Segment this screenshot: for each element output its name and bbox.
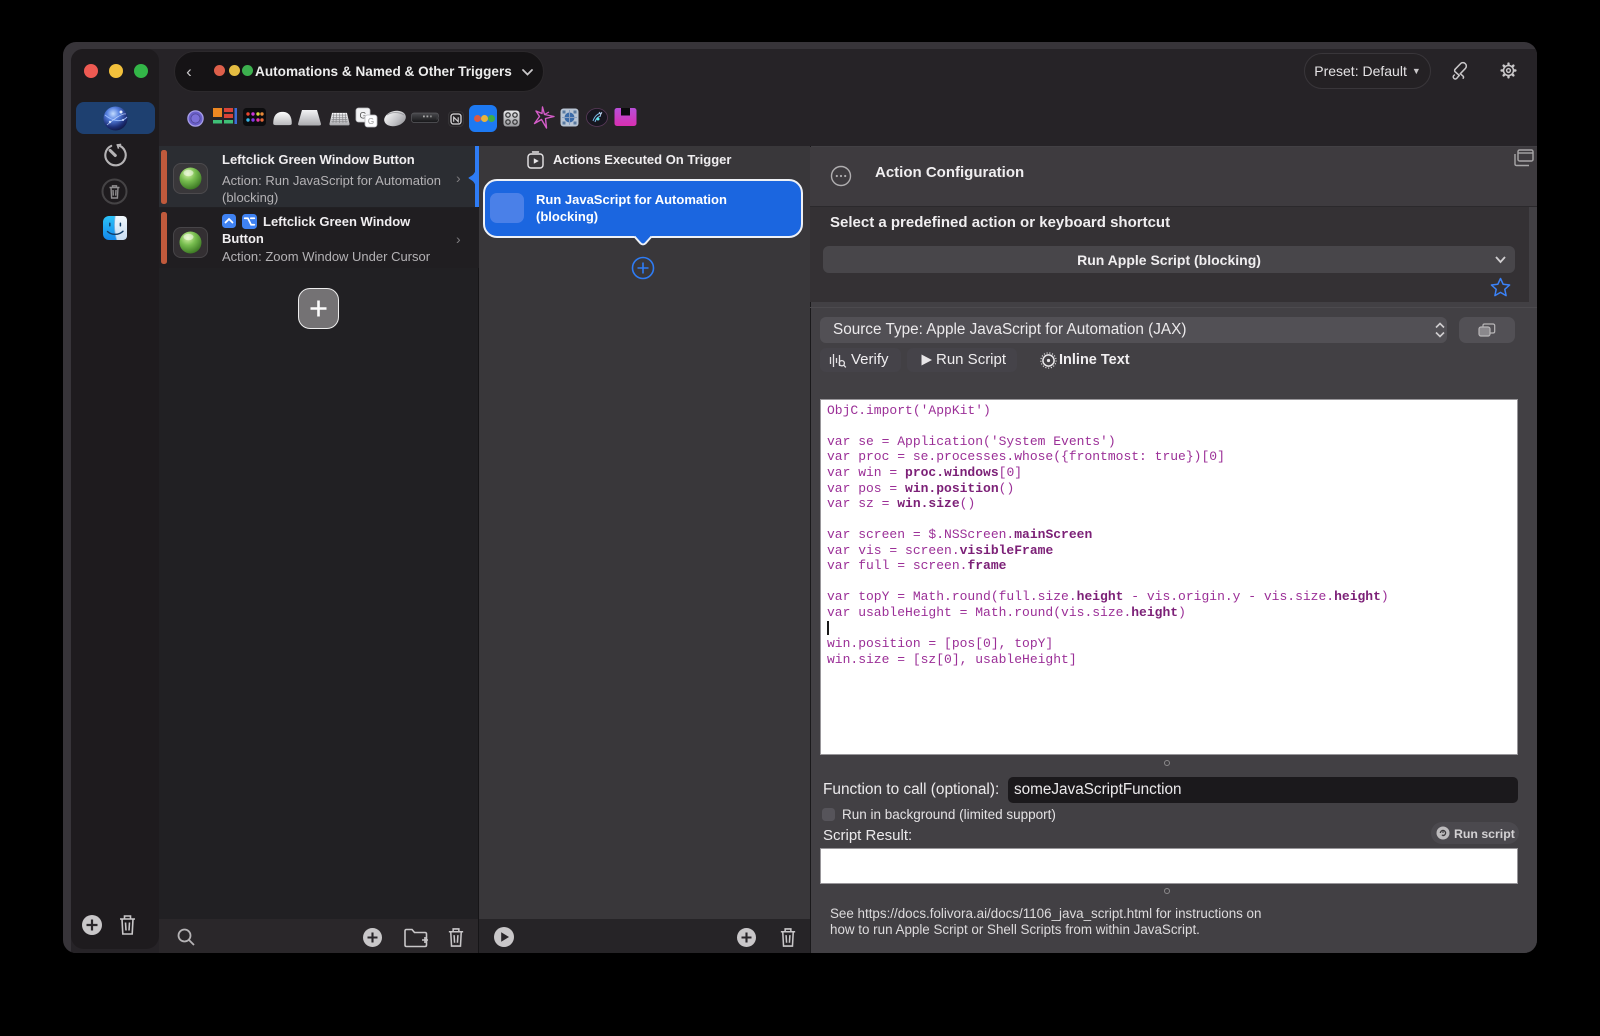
svg-text:G: G [368,117,374,126]
